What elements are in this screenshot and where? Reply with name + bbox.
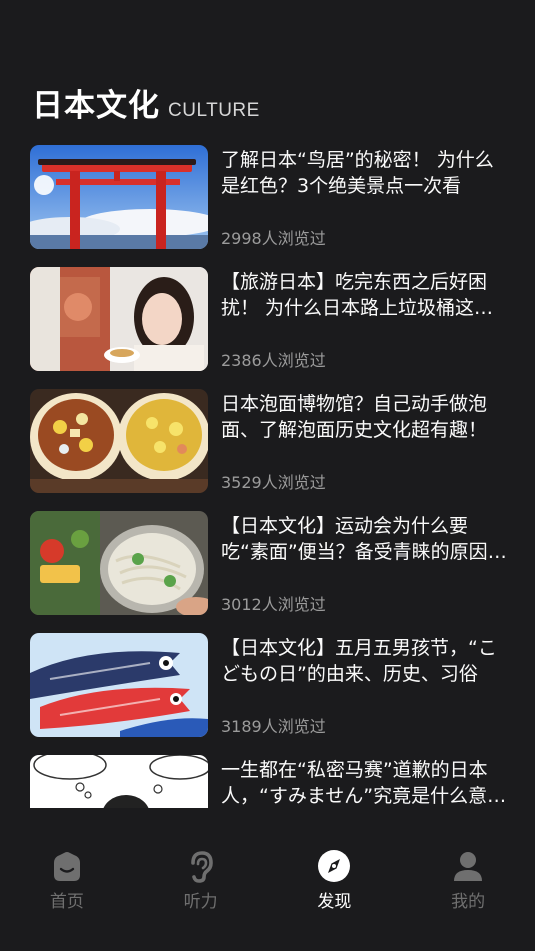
article-thumbnail[interactable] bbox=[30, 145, 208, 249]
article-views: 3012人浏览过 bbox=[221, 595, 326, 614]
tab-discover[interactable]: 发现 bbox=[268, 840, 402, 920]
article-item[interactable]: 【日本文化】运动会为什么要吃“素面”便当？备受青睐的原因是？ 3012人浏览过 bbox=[30, 511, 510, 615]
page-header: 日本文化 CULTURE bbox=[32, 80, 260, 125]
article-views: 2386人浏览过 bbox=[221, 351, 326, 370]
article-title[interactable]: 【旅游日本】吃完东西之后好困扰！ 为什么日本路上垃圾桶这么少？ bbox=[221, 269, 510, 321]
article-title[interactable]: 日本泡面博物馆？自己动手做泡面、了解泡面历史文化超有趣！ bbox=[221, 391, 510, 443]
koinobori-image bbox=[30, 633, 208, 737]
article-thumbnail[interactable] bbox=[30, 511, 208, 615]
article-item[interactable]: 日本泡面博物馆？自己动手做泡面、了解泡面历史文化超有趣！ 3529人浏览过 bbox=[30, 389, 510, 493]
home-icon bbox=[53, 852, 80, 881]
tab-home[interactable]: 首页 bbox=[0, 840, 134, 920]
article-title[interactable]: 一生都在“私密马赛”道歉的日本人，“すみません”究竟是什么意思？ bbox=[221, 757, 510, 808]
tab-profile[interactable]: 我的 bbox=[401, 840, 535, 920]
article-thumbnail[interactable] bbox=[30, 755, 208, 808]
girl-eating-image bbox=[30, 267, 208, 371]
article-list[interactable]: 了解日本“鸟居”的秘密！ 为什么是红色？3个绝美景点一次看 2998人浏览过 【… bbox=[30, 145, 510, 808]
tab-label: 首页 bbox=[49, 892, 84, 912]
article-views: 2998人浏览过 bbox=[221, 229, 326, 248]
article-views: 3529人浏览过 bbox=[221, 473, 326, 492]
article-item[interactable]: 【日本文化】五月五男孩节，“こどもの日”的由来、历史、习俗 3189人浏览过 bbox=[30, 633, 510, 737]
cup-noodles-image bbox=[30, 389, 208, 493]
article-thumbnail[interactable] bbox=[30, 389, 208, 493]
tab-label: 发现 bbox=[317, 892, 352, 912]
article-views: 3189人浏览过 bbox=[221, 717, 326, 736]
article-item[interactable]: 了解日本“鸟居”的秘密！ 为什么是红色？3个绝美景点一次看 2998人浏览过 bbox=[30, 145, 510, 249]
tab-label: 听力 bbox=[183, 892, 218, 912]
article-item[interactable]: 【旅游日本】吃完东西之后好困扰！ 为什么日本路上垃圾桶这么少？ 2386人浏览过 bbox=[30, 267, 510, 371]
sumimasen-cartoon-image bbox=[30, 755, 208, 808]
tab-label: 我的 bbox=[451, 892, 486, 912]
page-title: 日本文化 bbox=[32, 88, 160, 124]
article-title[interactable]: 【日本文化】五月五男孩节，“こどもの日”的由来、历史、习俗 bbox=[221, 635, 510, 687]
somen-bento-image bbox=[30, 511, 208, 615]
user-icon bbox=[454, 852, 483, 881]
ear-icon bbox=[190, 851, 213, 883]
article-thumbnail[interactable] bbox=[30, 267, 208, 371]
article-thumbnail[interactable] bbox=[30, 633, 208, 737]
torii-gate-image bbox=[30, 145, 208, 249]
compass-icon bbox=[318, 850, 351, 882]
article-item[interactable]: 一生都在“私密马赛”道歉的日本人，“すみません”究竟是什么意思？ bbox=[30, 755, 510, 808]
page-subtitle: CULTURE bbox=[168, 100, 260, 121]
tab-listening[interactable]: 听力 bbox=[134, 840, 268, 920]
article-title[interactable]: 【日本文化】运动会为什么要吃“素面”便当？备受青睐的原因是？ bbox=[221, 513, 510, 565]
bottom-tab-bar: 首页 听力 发现 我的 bbox=[0, 840, 535, 920]
article-title[interactable]: 了解日本“鸟居”的秘密！ 为什么是红色？3个绝美景点一次看 bbox=[221, 147, 510, 199]
